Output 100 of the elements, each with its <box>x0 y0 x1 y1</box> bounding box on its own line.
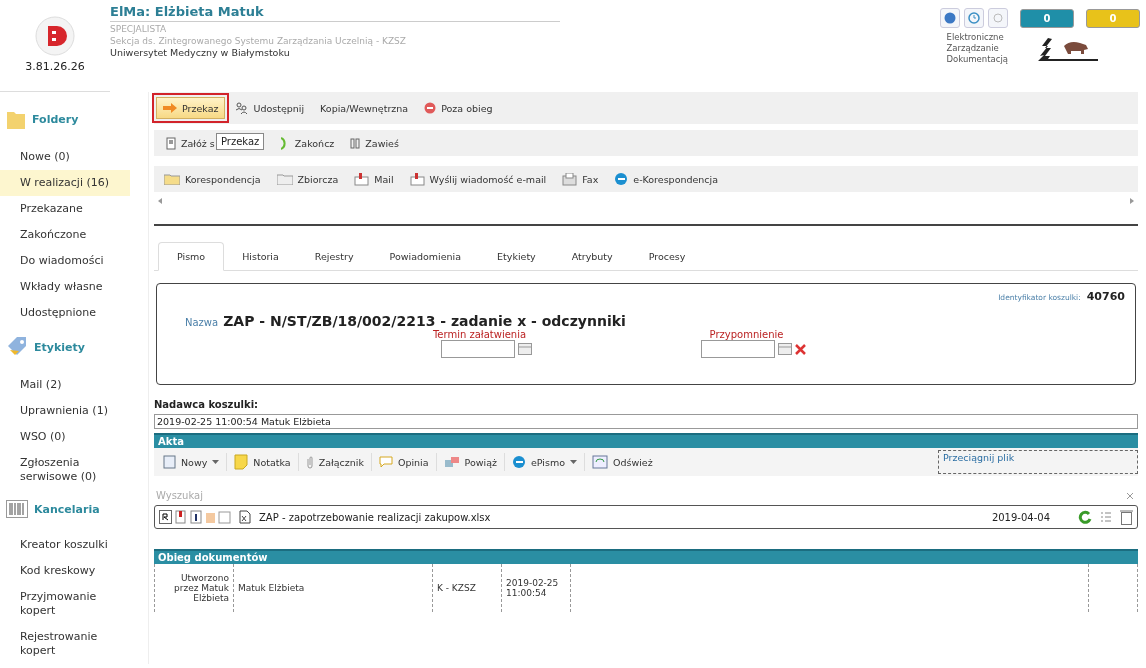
toolbar-button[interactable]: ePismo <box>506 453 582 471</box>
role-label: SPECJALISTA <box>110 24 168 34</box>
id-value: 40760 <box>1086 290 1125 303</box>
caret-icon <box>212 460 220 464</box>
comment-icon <box>378 456 393 468</box>
drop-zone[interactable]: Przeciągnij plik <box>938 450 1138 474</box>
toolbar-button[interactable]: Kopia/Wewnętrzna <box>314 97 415 119</box>
reminder-label: Przypomnienie <box>709 329 784 340</box>
brand-text: Zarządzanie <box>946 43 1000 54</box>
section-header: Obieg dokumentów <box>154 549 1138 564</box>
table-cell: K - KZSZ <box>432 564 502 612</box>
binder-icon <box>166 136 176 150</box>
paperclip-icon <box>305 455 314 469</box>
version-label: 3.81.26.26 <box>25 60 85 73</box>
help-button[interactable] <box>940 8 960 28</box>
toolbar-button[interactable]: Powiąż <box>438 454 502 470</box>
toolbar-button[interactable]: Fax <box>556 168 605 190</box>
toolbar-button[interactable]: Zakończ <box>274 132 341 154</box>
folder-icon <box>276 173 293 185</box>
tab[interactable]: Procesy <box>630 242 704 270</box>
tooltip: Przekaz <box>216 133 265 150</box>
sidebar-item[interactable]: Do wiadomości <box>0 248 130 274</box>
sender-field: 2019-02-25 11:00:54 Matuk Elżbieta <box>154 414 1138 429</box>
toolbar-button[interactable]: Załącznik <box>300 453 369 471</box>
sidebar-item[interactable]: Wkłady własne <box>0 274 130 300</box>
sidebar-item[interactable]: Nowe (0) <box>0 144 130 170</box>
close-icon[interactable] <box>1126 491 1134 500</box>
brand-text: Dokumentacją <box>946 54 1008 65</box>
stop-icon <box>424 102 437 114</box>
sidebar-item[interactable]: Przyjmowanie kopert <box>0 584 130 624</box>
fax-icon <box>562 172 578 186</box>
settings-button[interactable] <box>988 8 1008 28</box>
spreadsheet-file-icon <box>239 510 251 524</box>
clock-icon <box>968 12 980 24</box>
scroll-left-icon[interactable] <box>158 198 162 204</box>
sidebar-item[interactable]: W realizacji (16) <box>0 170 130 196</box>
sidebar-item[interactable]: Mail (2) <box>0 372 130 398</box>
tab[interactable]: Atrybuty <box>553 242 631 270</box>
folder-icon <box>164 173 180 185</box>
sidebar-item[interactable]: WSO (0) <box>0 424 130 450</box>
brand-text: Elektroniczne <box>946 32 1005 43</box>
toolbar-button[interactable]: Wyślij wiadomość e-mail <box>403 168 553 190</box>
clock-button[interactable] <box>964 8 984 28</box>
counter-button[interactable]: 0 <box>1020 8 1074 28</box>
tab[interactable]: Historia <box>224 242 297 270</box>
user-title: ElMa: Elżbieta Matuk <box>110 4 560 22</box>
file-name: ZAP - zapotrzebowanie realizacji zakupow.xlsx <box>259 511 491 523</box>
trash-icon[interactable] <box>1120 509 1133 525</box>
toolbar-button[interactable]: Nowy <box>158 453 225 471</box>
sidebar-item[interactable]: Udostępnione <box>0 300 130 326</box>
toolbar-button[interactable]: Odśwież <box>587 453 658 471</box>
toolbar-button[interactable]: Opinia <box>373 454 434 470</box>
document-name: ZAP - N/ST/ZB/18/002/2213 - zadanie x - odczynniki <box>223 313 626 329</box>
people-icon <box>235 101 249 115</box>
file-row[interactable]: ZAP - zapotrzebowanie realizacji zakupow.xlsx 2019-04-04 <box>154 505 1138 529</box>
sidebar-section-title: Etykiety <box>34 340 85 354</box>
calendar-icon[interactable] <box>518 343 532 355</box>
sidebar-item[interactable]: Uprawnienia (1) <box>0 398 130 424</box>
table-cell: Utworzono przez Matuk Elżbieta <box>154 564 234 612</box>
calendar-icon[interactable] <box>778 343 792 355</box>
link-icon <box>443 456 460 468</box>
scroll-right-icon[interactable] <box>1130 198 1134 204</box>
table-cell: 2019-02-25 11:00:54 <box>501 564 571 612</box>
toolbar-button[interactable]: Zbiorcza <box>270 168 345 190</box>
sidebar-item[interactable]: Zgłoszenia serwisowe (0) <box>0 450 130 490</box>
caret-icon <box>570 460 577 464</box>
toolbar-button[interactable]: e-Korespondencja <box>608 168 725 190</box>
due-date-field[interactable] <box>441 340 515 358</box>
toolbar-button[interactable]: Korespondencja <box>158 168 267 190</box>
toolbar-button[interactable]: Zawieś <box>344 132 405 154</box>
close-icon[interactable] <box>795 343 806 355</box>
toolbar-button[interactable]: Notatka <box>229 452 296 472</box>
document-icon <box>163 455 176 469</box>
toolbar-button[interactable]: Mail <box>348 168 400 190</box>
mail-icon <box>354 172 370 186</box>
department-label: Sekcja ds. Zintegrowanego Systemu Zarządzania Uczelnią - KZSZ <box>110 36 407 46</box>
sidebar-item[interactable]: Kreator koszulki <box>0 532 130 558</box>
sidebar-item[interactable]: Zakończone <box>0 222 130 248</box>
tab[interactable]: Rejestry <box>296 242 372 270</box>
sender-label: Nadawca koszulki: <box>154 399 260 410</box>
tag-icon <box>6 336 28 358</box>
toolbar-button[interactable]: Poza obieg <box>418 97 499 119</box>
name-label: Nazwa <box>185 317 219 328</box>
tab[interactable]: Etykiety <box>479 242 554 270</box>
sidebar-section-title: Kancelaria <box>34 502 100 516</box>
reminder-field[interactable] <box>701 340 775 358</box>
sidebar-item[interactable]: Kod kreskowy <box>0 558 130 584</box>
file-actions-drawing[interactable] <box>159 510 231 524</box>
app-logo-icon <box>35 16 75 56</box>
due-date-label: Termin załatwienia <box>432 329 527 340</box>
mail-icon <box>409 172 425 186</box>
sidebar-item[interactable]: Przekazane <box>0 196 130 222</box>
tab[interactable]: Pismo <box>158 242 225 271</box>
pause-icon <box>350 137 361 149</box>
list-icon[interactable] <box>1100 510 1112 524</box>
tab[interactable]: Powiadomienia <box>371 242 480 270</box>
arrow-icon <box>163 103 177 113</box>
toolbar-button[interactable]: Udostępnij <box>229 97 311 119</box>
sidebar-item[interactable]: Rejestrowanie kopert <box>0 624 130 664</box>
section-header: Akta <box>154 433 1138 448</box>
